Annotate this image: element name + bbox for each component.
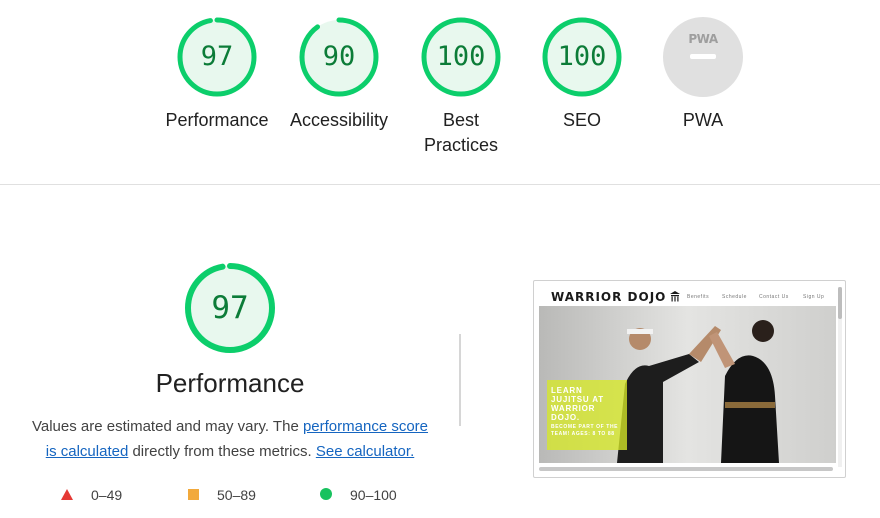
gauge-label-line: Practices [423, 135, 499, 155]
hero-image: LEARN JUJITSU AT WARRIOR DOJO. BECOME PA… [539, 306, 836, 463]
triangle-icon [61, 489, 73, 500]
legend-range: 90–100 [350, 487, 397, 503]
desc-text: directly from these metrics. [128, 443, 316, 460]
gauge-accessibility[interactable]: 90 Accessibility [274, 16, 404, 133]
promo-subtitle: BECOME PART OF THE TEAM! AGES: 8 TO 88 [551, 424, 619, 437]
performance-gauge-large: 97 [184, 262, 276, 354]
circle-icon [320, 488, 332, 500]
thumbnail-horizontal-scrollbar [539, 467, 833, 471]
gauge-pwa[interactable]: PWA PWA [638, 16, 768, 133]
pwa-badge-icon: PWA [664, 32, 742, 59]
square-icon [188, 489, 199, 500]
gauge-label-line: Best [442, 110, 480, 130]
section-divider [0, 184, 880, 185]
site-nav-item: Sign Up [803, 294, 825, 300]
performance-description: Values are estimated and may vary. The p… [28, 414, 432, 464]
site-nav-item: Contact Us [759, 294, 789, 300]
desc-text: Values are estimated and may vary. The [31, 418, 303, 435]
vertical-divider [459, 334, 461, 426]
thumbnail-scrollbar [838, 287, 842, 467]
site-brand: WARRIOR DOJO [551, 290, 667, 304]
category-gauges: 97 Performance 90 Accessibility 100 Best… [0, 0, 880, 184]
gauge-label: Accessibility [289, 110, 389, 130]
site-nav-item: Schedule [722, 294, 747, 300]
legend-range: 0–49 [91, 487, 123, 503]
hero-promo-box: LEARN JUJITSU AT WARRIOR DOJO. BECOME PA… [547, 380, 627, 450]
gauge-performance[interactable]: 97 Performance [152, 16, 282, 133]
pwa-badge-text: PWA [688, 32, 718, 46]
gauge-score: 90 [322, 41, 356, 72]
scroll-thumb [838, 287, 842, 319]
dojo-icon [670, 291, 680, 302]
final-screenshot-thumbnail[interactable]: WARRIOR DOJO Benefits Schedule Contact U… [533, 280, 846, 478]
legend-range: 50–89 [217, 487, 256, 503]
pwa-dash-icon [690, 54, 716, 59]
gauge-score: 97 [211, 290, 249, 326]
gauge-label: Best Practices [396, 108, 526, 158]
gauge-seo[interactable]: 100 SEO [517, 16, 647, 133]
gauge-label: Performance [165, 110, 269, 130]
gauge-score: 100 [436, 41, 486, 72]
gauge-label: PWA [682, 110, 724, 130]
performance-title: Performance [155, 368, 305, 398]
score-legend: 0–49 50–89 90–100 [0, 486, 460, 506]
promo-title: LEARN JUJITSU AT WARRIOR DOJO. [551, 386, 604, 422]
gauge-best-practices[interactable]: 100 Best Practices [396, 16, 526, 158]
gauge-label: SEO [562, 110, 601, 130]
site-nav-item: Benefits [687, 294, 710, 300]
gauge-score: 97 [200, 41, 234, 72]
see-calculator-link[interactable]: See calculator. [316, 443, 414, 460]
gauge-score: 100 [557, 41, 607, 72]
